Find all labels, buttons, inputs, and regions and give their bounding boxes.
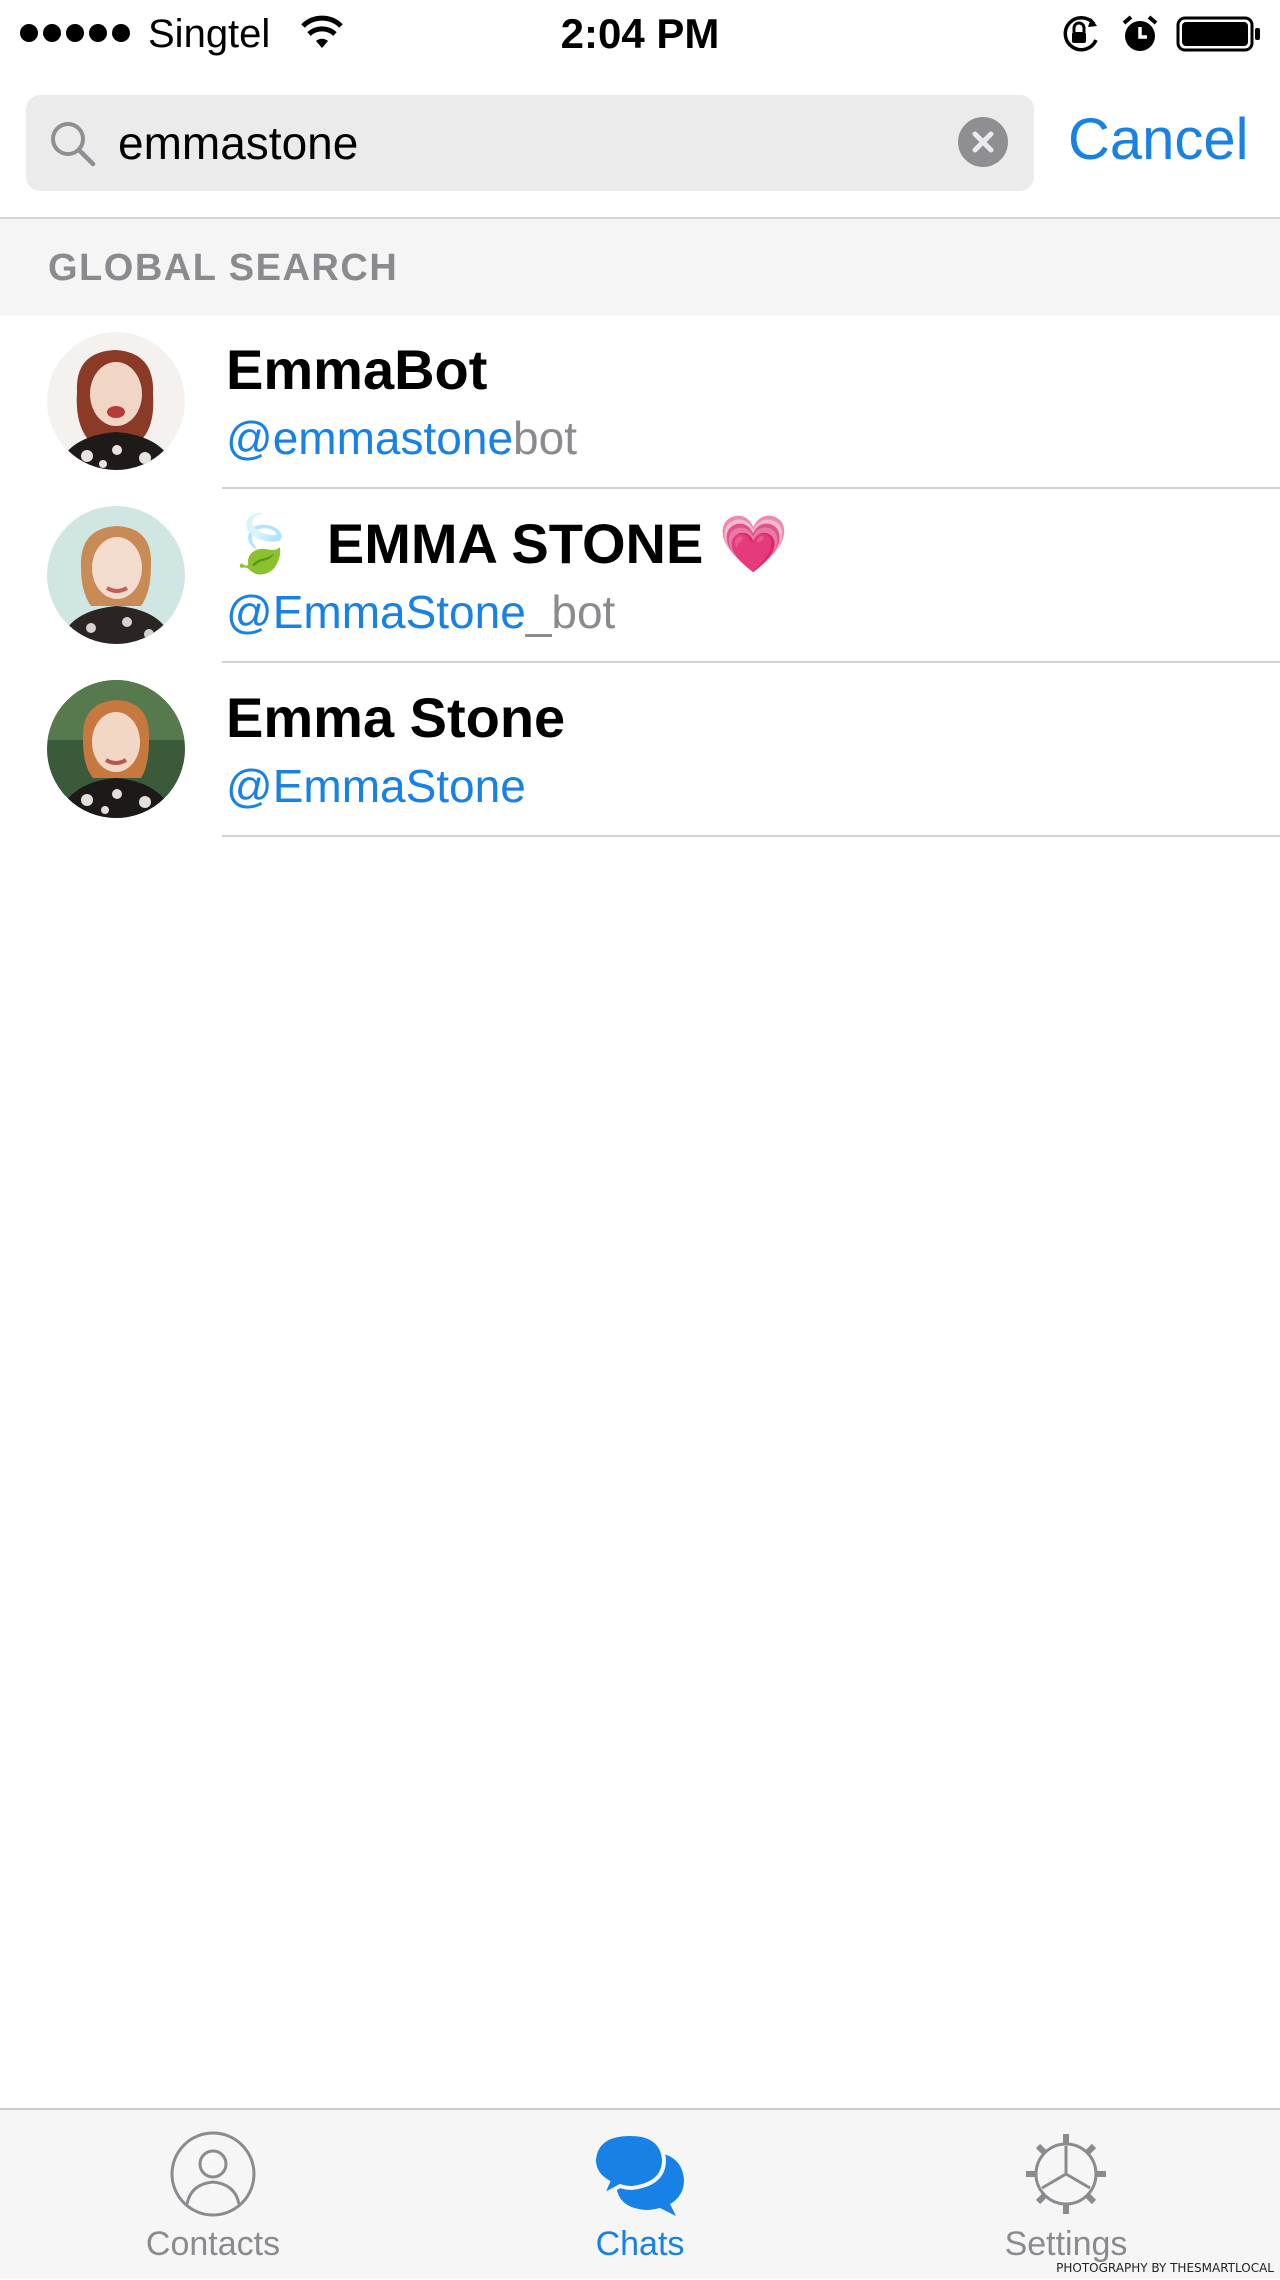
- avatar: [47, 506, 185, 644]
- gear-icon: [1026, 2134, 1106, 2214]
- clear-search-button[interactable]: [958, 117, 1008, 167]
- tab-chats[interactable]: Chats: [510, 2130, 770, 2280]
- close-icon: [972, 131, 994, 153]
- avatar: [47, 680, 185, 818]
- section-title: GLOBAL SEARCH: [48, 247, 399, 289]
- tab-contacts[interactable]: Contacts: [83, 2130, 343, 2280]
- tab-settings[interactable]: Settings: [936, 2130, 1196, 2280]
- avatar: [47, 332, 185, 470]
- list-item[interactable]: 🍃 EMMA STONE 💗 @EmmaStone_bot: [0, 489, 1280, 663]
- divider: [222, 835, 1280, 837]
- battery-icon: [1176, 16, 1260, 52]
- leaf-emoji-icon: 🍃: [226, 512, 296, 575]
- rotation-lock-icon: [1063, 16, 1098, 52]
- section-header: GLOBAL SEARCH: [0, 217, 1280, 315]
- status-bar: Singtel 2:04 PM: [0, 0, 1280, 68]
- result-handle: @EmmaStone: [226, 760, 526, 812]
- result-handle: @EmmaStone_bot: [226, 586, 616, 638]
- search-field[interactable]: [26, 95, 1034, 191]
- alarm-icon: [1122, 15, 1158, 51]
- heart-emoji-icon: 💗: [718, 512, 789, 575]
- person-icon: [170, 2131, 256, 2217]
- result-name: Emma Stone: [226, 686, 566, 749]
- photo-credit: PHOTOGRAPHY BY THESMARTLOCAL: [1056, 2261, 1274, 2275]
- tab-label: Chats: [595, 2225, 685, 2263]
- result-name: EmmaBot: [226, 338, 488, 401]
- search-icon: [51, 122, 96, 167]
- list-item[interactable]: EmmaBot @emmastonebot: [0, 315, 1280, 489]
- tab-label: Settings: [1004, 2225, 1128, 2263]
- chat-bubbles-icon: [591, 2131, 684, 2216]
- tab-label: Contacts: [145, 2225, 281, 2263]
- list-item[interactable]: Emma Stone @EmmaStone: [0, 663, 1280, 837]
- result-name: 🍃 EMMA STONE 💗: [226, 512, 789, 575]
- search-input[interactable]: [118, 95, 958, 191]
- cancel-button[interactable]: Cancel: [1068, 100, 1249, 180]
- result-handle: @emmastonebot: [226, 412, 577, 464]
- tab-bar: Contacts Chats Settings PHOTOGRAPHY BY T…: [0, 2108, 1280, 2279]
